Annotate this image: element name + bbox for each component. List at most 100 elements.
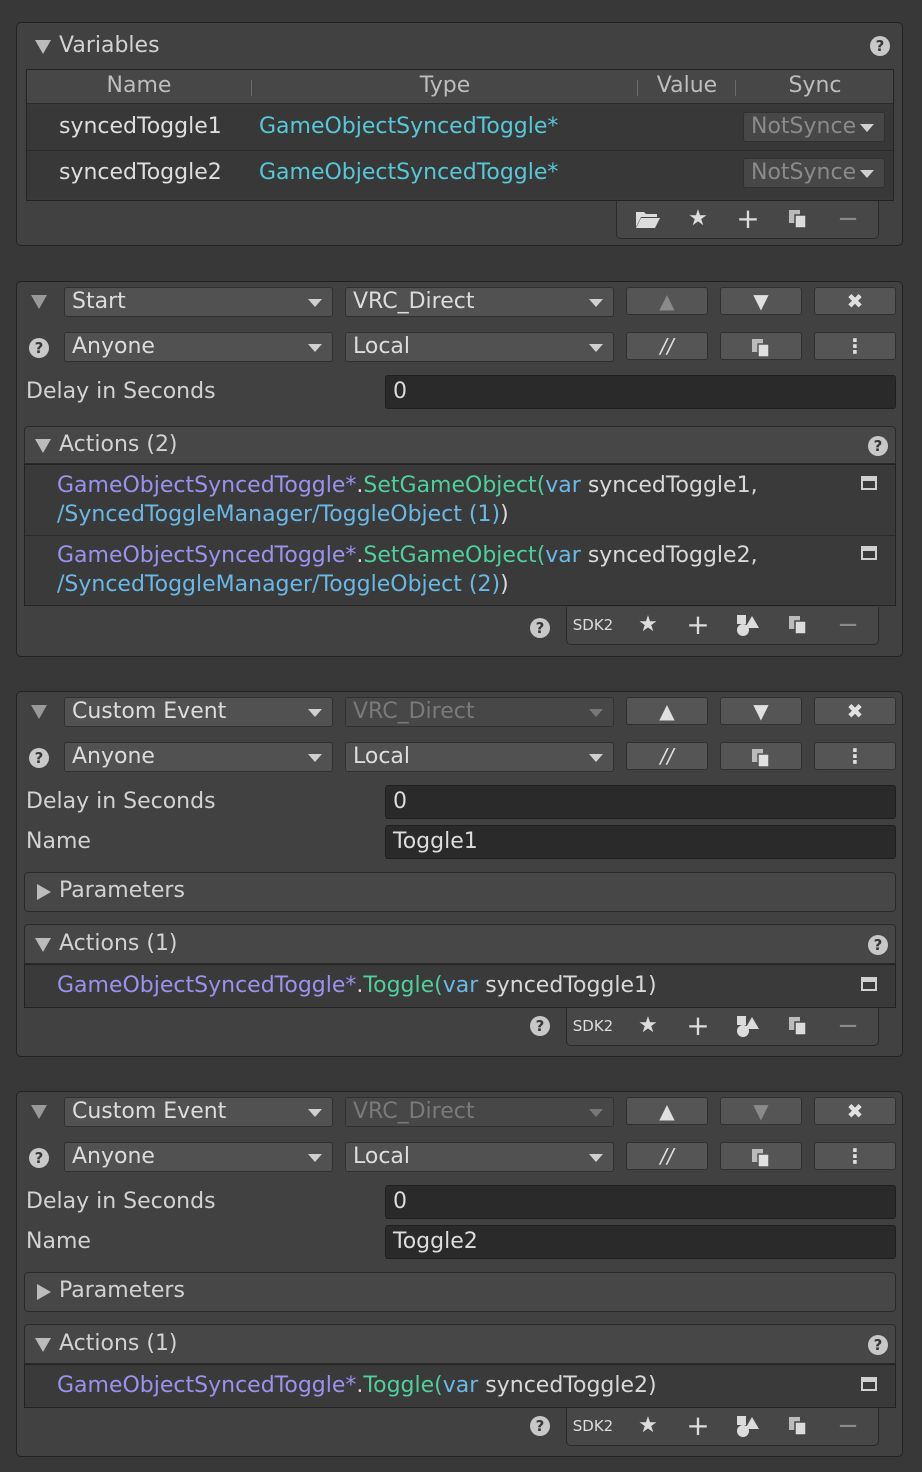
column-header-value[interactable]: Value (639, 70, 735, 104)
action-method: SetGameObject (363, 473, 537, 498)
shapes-icon[interactable] (733, 1412, 763, 1440)
scope-dropdown[interactable]: Local (345, 332, 614, 362)
copy-icon[interactable] (783, 205, 813, 233)
star-icon[interactable]: ★ (633, 611, 663, 639)
column-header-sync[interactable]: Sync (737, 70, 893, 104)
star-icon[interactable]: ★ (683, 205, 713, 233)
scope-dropdown[interactable]: Local (345, 742, 614, 772)
copy-icon[interactable] (783, 1412, 813, 1440)
more-vert-icon[interactable]: ⋮ (814, 742, 896, 770)
remove-event-button[interactable]: ✖ (814, 287, 896, 315)
comment-button[interactable]: // (626, 742, 708, 770)
move-up-button[interactable]: ▲ (626, 287, 708, 315)
broadcast-dropdown[interactable]: VRC_Direct (345, 1097, 614, 1127)
duplicate-button[interactable] (720, 742, 802, 770)
minus-icon[interactable]: − (833, 1012, 863, 1040)
window-icon[interactable] (861, 476, 877, 490)
window-icon[interactable] (861, 1377, 877, 1391)
column-header-name[interactable]: Name (27, 70, 251, 104)
shapes-icon[interactable] (733, 611, 763, 639)
access-dropdown[interactable]: Anyone (64, 332, 333, 362)
folder-open-icon[interactable] (633, 205, 663, 233)
minus-icon[interactable]: − (833, 611, 863, 639)
help-icon[interactable]: ? (29, 1148, 49, 1168)
list-item[interactable]: GameObjectSyncedToggle*.SetGameObject(va… (25, 465, 895, 535)
move-down-button[interactable]: ▼ (720, 1097, 802, 1125)
parameters-header[interactable]: Parameters (24, 1272, 896, 1312)
column-divider[interactable] (735, 80, 736, 96)
sdk-button[interactable]: SDK2 (571, 611, 615, 639)
sync-dropdown[interactable]: NotSynce (743, 158, 885, 188)
copy-icon[interactable] (783, 1012, 813, 1040)
scope-dropdown[interactable]: Local (345, 1142, 614, 1172)
table-row[interactable]: syncedToggle2 GameObjectSyncedToggle* No… (27, 152, 893, 198)
star-icon[interactable]: ★ (633, 1412, 663, 1440)
more-vert-icon[interactable]: ⋮ (814, 332, 896, 360)
plus-icon[interactable]: + (683, 611, 713, 639)
move-down-button[interactable]: ▼ (720, 697, 802, 725)
collapse-triangle-icon[interactable] (31, 1105, 47, 1119)
window-icon[interactable] (861, 977, 877, 991)
window-icon[interactable] (861, 546, 877, 560)
access-dropdown[interactable]: Anyone (64, 1142, 333, 1172)
column-header-type[interactable]: Type (253, 70, 637, 104)
collapse-triangle-icon[interactable] (35, 938, 51, 952)
plus-icon[interactable]: + (733, 205, 763, 233)
list-item[interactable]: GameObjectSyncedToggle*.Toggle(var synce… (25, 965, 895, 1007)
move-up-button[interactable]: ▲ (626, 697, 708, 725)
list-item[interactable]: GameObjectSyncedToggle*.SetGameObject(va… (25, 535, 895, 607)
help-icon[interactable]: ? (868, 436, 888, 456)
comment-button[interactable]: // (626, 332, 708, 360)
list-item[interactable]: GameObjectSyncedToggle*.Toggle(var synce… (25, 1365, 895, 1407)
name-input[interactable]: Toggle2 (385, 1225, 896, 1259)
actions-toolbar: SDK2 ★ + − (566, 1008, 879, 1046)
collapse-triangle-icon[interactable] (35, 40, 51, 54)
expand-triangle-icon[interactable] (37, 884, 51, 900)
shapes-icon[interactable] (733, 1012, 763, 1040)
access-dropdown[interactable]: Anyone (64, 742, 333, 772)
column-divider[interactable] (251, 80, 252, 96)
broadcast-dropdown[interactable]: VRC_Direct (345, 697, 614, 727)
help-icon[interactable]: ? (530, 1416, 550, 1436)
sync-dropdown[interactable]: NotSynce (743, 112, 885, 142)
minus-icon[interactable]: − (833, 205, 863, 233)
help-icon[interactable]: ? (530, 1016, 550, 1036)
collapse-triangle-icon[interactable] (31, 295, 47, 309)
collapse-triangle-icon[interactable] (31, 705, 47, 719)
parameters-header[interactable]: Parameters (24, 872, 896, 912)
expand-triangle-icon[interactable] (37, 1284, 51, 1300)
move-up-button[interactable]: ▲ (626, 1097, 708, 1125)
event-type-dropdown[interactable]: Custom Event (64, 1097, 333, 1127)
event-type-dropdown[interactable]: Custom Event (64, 697, 333, 727)
minus-icon[interactable]: − (833, 1412, 863, 1440)
sdk-button[interactable]: SDK2 (571, 1412, 615, 1440)
remove-event-button[interactable]: ✖ (814, 697, 896, 725)
move-down-button[interactable]: ▼ (720, 287, 802, 315)
copy-icon[interactable] (783, 611, 813, 639)
help-icon[interactable]: ? (868, 935, 888, 955)
help-icon[interactable]: ? (29, 338, 49, 358)
collapse-triangle-icon[interactable] (35, 1338, 51, 1352)
star-icon[interactable]: ★ (633, 1012, 663, 1040)
plus-icon[interactable]: + (683, 1412, 713, 1440)
delay-input[interactable]: 0 (385, 1185, 896, 1219)
help-icon[interactable]: ? (530, 618, 550, 638)
plus-icon[interactable]: + (683, 1012, 713, 1040)
duplicate-button[interactable] (720, 332, 802, 360)
collapse-triangle-icon[interactable] (35, 439, 51, 453)
more-vert-icon[interactable]: ⋮ (814, 1142, 896, 1170)
column-divider[interactable] (637, 80, 638, 96)
help-icon[interactable]: ? (870, 36, 890, 56)
event-type-dropdown[interactable]: Start (64, 287, 333, 317)
delay-input[interactable]: 0 (385, 785, 896, 819)
help-icon[interactable]: ? (868, 1335, 888, 1355)
duplicate-button[interactable] (720, 1142, 802, 1170)
name-input[interactable]: Toggle1 (385, 825, 896, 859)
table-row[interactable]: syncedToggle1 GameObjectSyncedToggle* No… (27, 105, 893, 151)
sdk-button[interactable]: SDK2 (571, 1012, 615, 1040)
delay-input[interactable]: 0 (385, 375, 896, 409)
remove-event-button[interactable]: ✖ (814, 1097, 896, 1125)
comment-button[interactable]: // (626, 1142, 708, 1170)
broadcast-dropdown[interactable]: VRC_Direct (345, 287, 614, 317)
help-icon[interactable]: ? (29, 748, 49, 768)
